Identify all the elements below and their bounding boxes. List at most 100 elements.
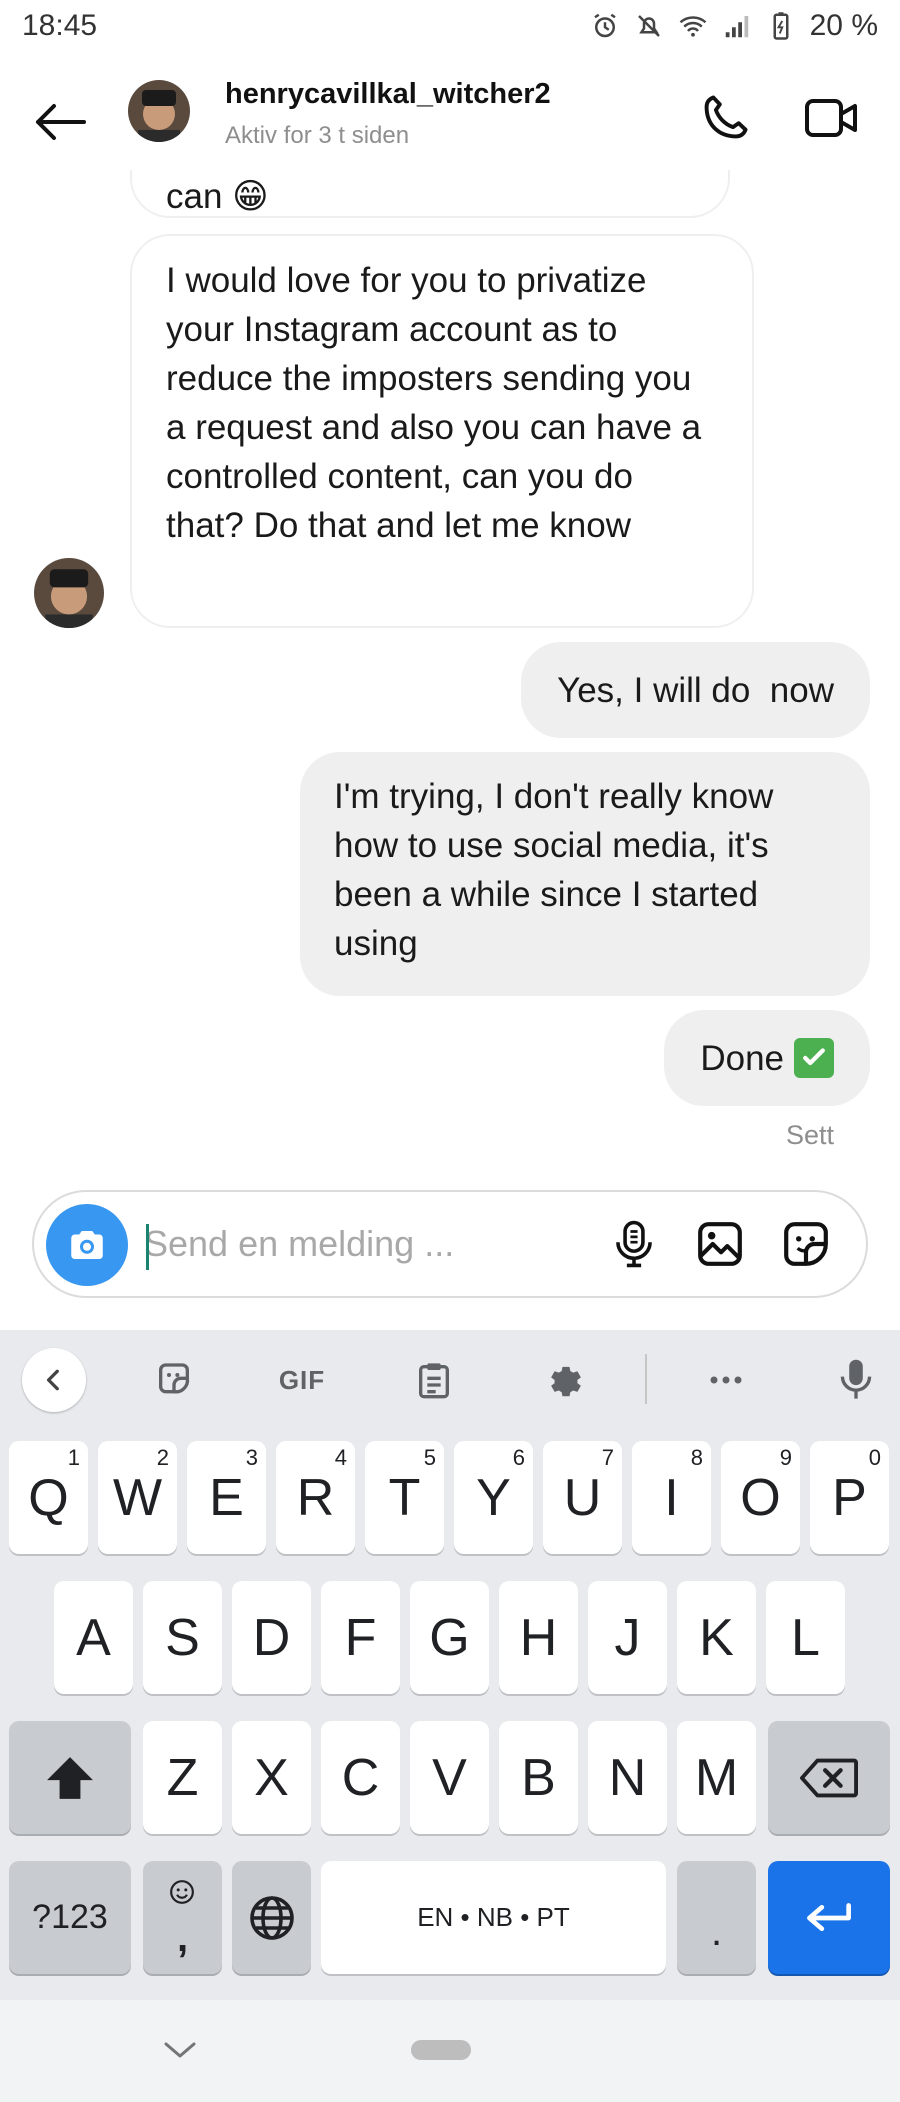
space-key[interactable]: EN • NB • PT — [321, 1861, 666, 1974]
keyboard-sticker-button[interactable] — [142, 1348, 206, 1412]
chevron-left-icon — [46, 1369, 59, 1391]
more-options-button[interactable] — [694, 1348, 758, 1412]
keyboard-toolbar: GIF — [0, 1330, 900, 1428]
key-j[interactable]: J — [588, 1581, 667, 1694]
key-t[interactable]: T5 — [365, 1441, 444, 1554]
message-text: I'm trying, I don't really know how to u… — [334, 777, 774, 963]
incoming-message[interactable]: I would love for you to privatize your I… — [130, 234, 754, 628]
camera-icon — [71, 1231, 103, 1259]
microphone-icon — [616, 1220, 652, 1268]
voice-input-button[interactable] — [824, 1348, 888, 1412]
key-label: O — [740, 1468, 781, 1527]
gif-button[interactable]: GIF — [270, 1348, 334, 1412]
key-i[interactable]: I8 — [632, 1441, 711, 1554]
back-button[interactable] — [30, 92, 90, 152]
signal-icon — [725, 16, 748, 38]
key-hint: 2 — [156, 1445, 169, 1470]
video-call-button[interactable] — [800, 88, 864, 148]
key-m[interactable]: M — [677, 1721, 756, 1834]
key-r[interactable]: R4 — [276, 1441, 355, 1554]
chat-header: henrycavillkal_witcher2 Aktiv for 3 t si… — [0, 70, 900, 170]
key-a[interactable]: A — [54, 1581, 133, 1694]
key-w[interactable]: W2 — [98, 1441, 177, 1554]
key-hint: 9 — [779, 1445, 792, 1470]
key-hint: 4 — [334, 1445, 347, 1470]
key-z[interactable]: Z — [143, 1721, 222, 1834]
key-x[interactable]: X — [232, 1721, 311, 1834]
language-key[interactable] — [232, 1861, 311, 1974]
wifi-icon — [679, 16, 706, 37]
backspace-icon — [800, 1758, 858, 1797]
clipboard-icon — [419, 1363, 449, 1399]
voice-message-button[interactable] — [604, 1214, 664, 1274]
battery-icon — [773, 12, 789, 40]
camera-button[interactable] — [46, 1204, 128, 1286]
key-g[interactable]: G — [410, 1581, 489, 1694]
key-f[interactable]: F — [321, 1581, 400, 1694]
period-key[interactable]: . — [677, 1861, 756, 1974]
nav-hide-keyboard-button[interactable] — [160, 2030, 200, 2070]
key-p[interactable]: P0 — [810, 1441, 889, 1554]
alarm-icon — [593, 13, 616, 38]
key-l[interactable]: L — [766, 1581, 845, 1694]
outgoing-message[interactable]: Yes, I will do now — [521, 642, 870, 738]
gear-icon — [551, 1366, 581, 1397]
key-label: P — [832, 1468, 867, 1527]
sticker-button[interactable] — [776, 1214, 836, 1274]
gallery-button[interactable] — [690, 1214, 750, 1274]
sticker-icon — [159, 1363, 190, 1394]
key-q[interactable]: Q1 — [9, 1441, 88, 1554]
image-icon — [698, 1222, 742, 1266]
key-y[interactable]: Y6 — [454, 1441, 533, 1554]
contact-username[interactable]: henrycavillkal_witcher2 — [225, 78, 551, 111]
key-e[interactable]: E3 — [187, 1441, 266, 1554]
outgoing-message[interactable]: Done — [664, 1010, 870, 1106]
key-b[interactable]: B — [499, 1721, 578, 1834]
voice-call-button[interactable] — [695, 88, 755, 148]
contact-activity-status: Aktiv for 3 t siden — [225, 122, 410, 149]
more-horizontal-icon — [710, 1376, 742, 1384]
message-input[interactable] — [144, 1214, 614, 1274]
arrow-left-icon — [36, 104, 86, 140]
status-bar: 18:45 20 % — [0, 0, 900, 52]
emoji-icon — [170, 1880, 194, 1904]
clipboard-button[interactable] — [402, 1348, 466, 1412]
key-label: U — [563, 1468, 602, 1527]
message-text: Done — [700, 1038, 784, 1078]
key-n[interactable]: N — [588, 1721, 667, 1834]
key-c[interactable]: C — [321, 1721, 400, 1834]
video-camera-icon — [805, 99, 857, 137]
key-s[interactable]: S — [143, 1581, 222, 1694]
sender-avatar[interactable] — [34, 558, 104, 628]
key-k[interactable]: K — [677, 1581, 756, 1694]
message-thread: can 😁 I would love for you to privatize … — [0, 170, 900, 1170]
period-label: . — [710, 1910, 723, 1954]
incoming-message-partial[interactable]: can 😁 — [130, 170, 730, 218]
shift-key[interactable] — [9, 1721, 131, 1834]
key-h[interactable]: H — [499, 1581, 578, 1694]
key-label: T — [388, 1468, 421, 1527]
seen-receipt: Sett — [785, 1120, 834, 1150]
phone-icon — [704, 95, 748, 139]
check-mark-icon — [794, 1038, 834, 1078]
key-o[interactable]: O9 — [721, 1441, 800, 1554]
keyboard-settings-button[interactable] — [534, 1348, 598, 1412]
key-label: W — [112, 1468, 163, 1527]
keyboard-collapse-button[interactable] — [22, 1348, 86, 1412]
key-d[interactable]: D — [232, 1581, 311, 1694]
message-text: Yes, I will do now — [557, 670, 834, 710]
outgoing-message[interactable]: I'm trying, I don't really know how to u… — [300, 752, 870, 996]
emoji-comma-key[interactable]: , — [143, 1861, 222, 1974]
key-label: E — [209, 1468, 244, 1527]
microphone-icon — [840, 1359, 872, 1399]
on-screen-keyboard: GIF Q1 W2 E3 R4 T5 Y6 U7 I8 O9 P0 A S D … — [0, 1330, 900, 2000]
key-v[interactable]: V — [410, 1721, 489, 1834]
home-handle[interactable] — [411, 2040, 471, 2060]
key-hint: 8 — [690, 1445, 703, 1470]
key-u[interactable]: U7 — [543, 1441, 622, 1554]
avatar[interactable] — [128, 80, 190, 142]
text-cursor — [146, 1224, 149, 1270]
backspace-key[interactable] — [768, 1721, 890, 1834]
enter-key[interactable] — [768, 1861, 890, 1974]
symbols-key[interactable]: ?123 — [9, 1861, 131, 1974]
